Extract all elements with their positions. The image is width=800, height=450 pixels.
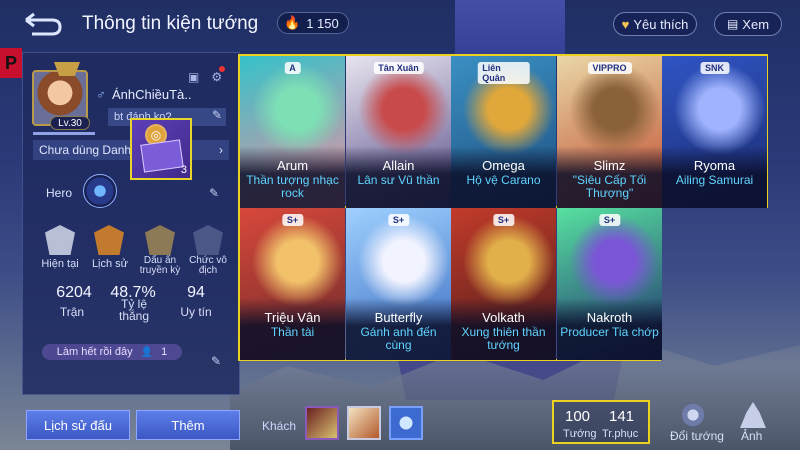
- hero-card[interactable]: Tân Xuân Allain Lân sư Vũ thần: [346, 56, 451, 208]
- hero-name: Volkath: [482, 310, 525, 325]
- edit-pencil-icon[interactable]: ✎: [212, 108, 222, 122]
- title-selector-label: Chưa dùng Danh: [39, 143, 132, 157]
- match-history-button[interactable]: Lịch sử đấu: [26, 410, 130, 440]
- guest-label: Khách: [262, 419, 297, 433]
- hero-name: Nakroth: [586, 310, 633, 325]
- hero-name: Ryoma: [693, 158, 736, 173]
- guest-avatar[interactable]: [389, 406, 423, 440]
- view-label: Xem: [742, 16, 770, 32]
- chevron-right-icon: ›: [219, 143, 223, 157]
- hero-name: Omega: [482, 158, 525, 173]
- skin-name: Thần tượng nhạc rock: [246, 173, 339, 200]
- guest-avatar[interactable]: [305, 406, 339, 440]
- hero-name: Butterfly: [374, 310, 423, 325]
- background-pillar: [455, 0, 565, 55]
- add-friend-button[interactable]: Thêm: [136, 410, 240, 440]
- page-title: Thông tin kiện tướng: [82, 13, 259, 34]
- hero-card[interactable]: Liên Quân Omega Hộ vệ Carano: [451, 56, 556, 208]
- skins-label: Tr.phục: [602, 428, 639, 440]
- skin-name: Thần tài: [270, 325, 315, 339]
- hero-card[interactable]: S+ Butterfly Gánh anh đến cùng: [346, 208, 451, 360]
- gear-icon[interactable]: ⚙: [211, 70, 222, 84]
- item-count: 3: [180, 164, 187, 176]
- hero-emblem-icon[interactable]: [83, 174, 117, 208]
- player-name: ÁnhChiềuTà..: [112, 87, 192, 102]
- done-text: Làm hết rồi đây: [56, 346, 133, 358]
- gem-counter: 🔥 1 150: [277, 12, 349, 34]
- hero-name: Allain: [382, 158, 415, 173]
- list-icon: ▤: [726, 17, 739, 31]
- hero-card[interactable]: S+ Triệu Vân Thần tài: [240, 208, 345, 360]
- p-badge: P: [0, 48, 22, 78]
- flame-icon: 🔥: [284, 15, 301, 30]
- current-rank-label: Hiện tại: [41, 258, 79, 270]
- edit-pencil-icon[interactable]: ✎: [211, 354, 221, 368]
- hero-card[interactable]: A Arum Thần tượng nhạc rock: [240, 56, 345, 208]
- skin-tier-badge: S+: [387, 214, 410, 226]
- skin-name: Xung thiên thần tướng: [461, 325, 546, 352]
- done-count: 1: [161, 346, 168, 358]
- view-button[interactable]: ▤ Xem: [714, 12, 782, 36]
- hero-skin-grid: A Arum Thần tượng nhạc rock Tân Xuân Allain L…: [238, 54, 768, 361]
- matches-value: 6204: [56, 284, 92, 301]
- skin-tier-badge: Tân Xuân: [373, 62, 424, 74]
- switch-hero-icon[interactable]: [680, 402, 706, 428]
- hero-card[interactable]: VIPPRO Slimz "Siêu Cấp Tối Thượng": [557, 56, 662, 208]
- card-item-icon: [140, 139, 184, 173]
- matches-label: Trận: [59, 305, 85, 319]
- winrate-label: Tỷ lệ thắng: [118, 297, 150, 323]
- history-rank-label: Lịch sử: [91, 258, 129, 270]
- chat-icon[interactable]: ▣: [188, 70, 199, 84]
- skin-tier-badge: S+: [281, 214, 304, 226]
- championship-label: Chức vô địch: [189, 255, 227, 276]
- switch-hero-label: Đổi tướng: [670, 429, 724, 443]
- back-arrow-icon: [25, 12, 62, 36]
- skin-tier-badge: VIPPRO: [587, 62, 632, 74]
- guest-avatar[interactable]: [347, 406, 381, 440]
- male-icon: ♂: [96, 87, 106, 102]
- level-badge: Lv.30: [50, 116, 90, 130]
- skins-count: 141: [609, 408, 635, 425]
- hero-card[interactable]: S+ Nakroth Producer Tia chớp: [557, 208, 662, 360]
- item-card[interactable]: ◎ 3: [130, 118, 192, 180]
- skin-name: Producer Tia chớp: [560, 325, 659, 339]
- exp-bar: [33, 132, 95, 135]
- hero-label: Hero: [46, 186, 73, 200]
- skin-tier-badge: SNK: [699, 62, 730, 74]
- hero-card[interactable]: S+ Volkath Xung thiên thần tướng: [451, 208, 556, 360]
- credit-label: Uy tín: [180, 305, 212, 319]
- done-status-pill: Làm hết rồi đây 👤 1: [42, 344, 182, 360]
- skin-name: Hộ vệ Carano: [466, 173, 541, 187]
- gem-amount: 1 150: [306, 15, 339, 31]
- skin-name: Ailing Samurai: [675, 173, 754, 187]
- heroes-label: Tướng: [563, 428, 597, 440]
- credit-value: 94: [187, 284, 205, 301]
- photo-label: Ảnh: [741, 429, 763, 443]
- skin-name: Gánh anh đến cùng: [360, 325, 437, 352]
- skin-tier-badge: A: [284, 62, 301, 74]
- person-icon: 👤: [140, 346, 154, 358]
- edit-pencil-icon[interactable]: ✎: [209, 186, 219, 200]
- favorite-label: Yêu thích: [633, 16, 689, 32]
- profile-tools: ▣ ⚙: [188, 70, 222, 84]
- skin-tier-badge: Liên Quân: [477, 62, 530, 84]
- hero-name: Slimz: [593, 158, 626, 173]
- hero-name: Arum: [276, 158, 309, 173]
- heart-icon: ♥: [621, 16, 630, 32]
- back-button[interactable]: [22, 10, 64, 38]
- heroes-count: 100: [565, 408, 591, 425]
- hero-card[interactable]: SNK Ryoma Ailing Samurai: [662, 56, 767, 208]
- hero-name: Triệu Vân: [264, 310, 321, 325]
- favorite-button[interactable]: ♥ Yêu thích: [613, 12, 697, 36]
- skin-name: Lân sư Vũ thần: [357, 173, 440, 187]
- legend-mark-label: Dấu ấn truyền kỳ: [139, 255, 181, 276]
- skin-name: "Siêu Cấp Tối Thượng": [572, 173, 647, 200]
- notification-dot: [219, 66, 225, 72]
- skin-tier-badge: S+: [598, 214, 621, 226]
- skin-tier-badge: S+: [492, 214, 515, 226]
